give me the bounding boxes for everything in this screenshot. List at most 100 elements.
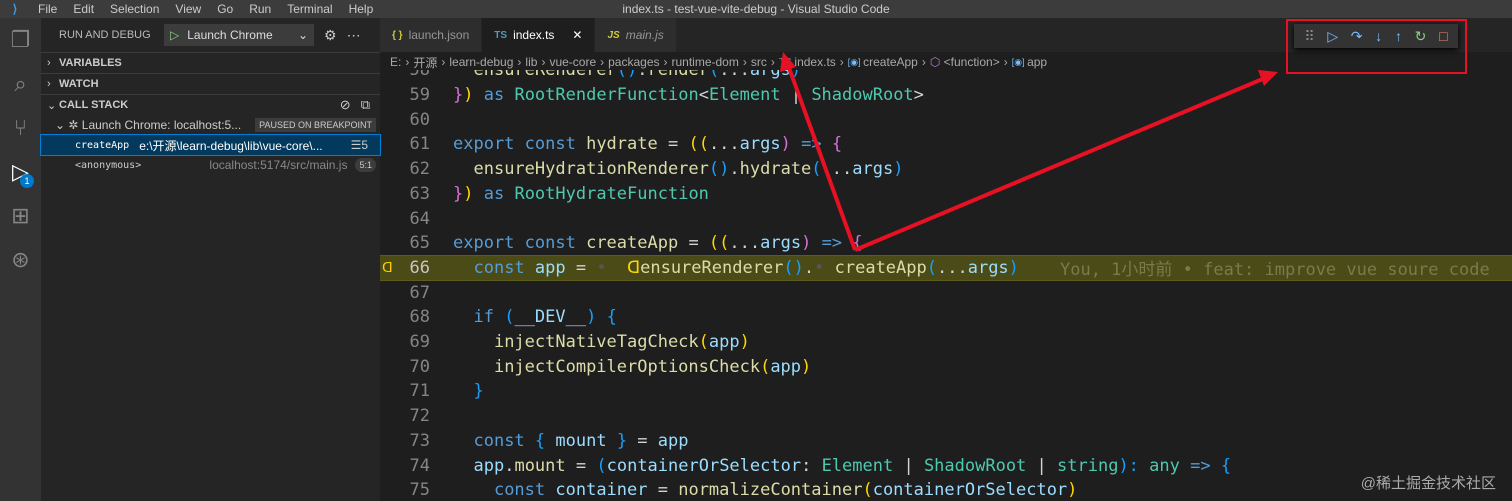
code-line: 73 const { mount } = app — [380, 429, 1512, 454]
breadcrumb-item[interactable]: packages — [608, 55, 659, 69]
extensions-icon[interactable]: ⊞ — [0, 194, 41, 238]
debug-toolbar: ⠿ ▷ ↷ ↓ ↑ ↻ □ — [1294, 24, 1458, 48]
explorer-icon[interactable]: ❐ — [0, 18, 41, 62]
code-editor[interactable]: 58 ensureRenderer(). render(... args) 59}) … — [380, 70, 1512, 501]
continue-icon[interactable]: ▷ — [1327, 28, 1338, 45]
breakpoint-arrow-icon[interactable]: ᗡ — [382, 260, 393, 276]
title-bar: ⟩ File Edit Selection View Go Run Terminal Help… — [0, 0, 1512, 18]
code-token: const — [524, 134, 587, 155]
step-into-icon[interactable]: ↓ — [1375, 28, 1382, 44]
code-token: = — [657, 134, 689, 155]
chevron-right-icon: › — [1003, 55, 1008, 69]
breadcrumb-item[interactable]: vue-core — [549, 55, 596, 69]
clear-icon[interactable]: ⊘ — [340, 97, 351, 113]
watch-section[interactable]: › WATCH — [41, 73, 380, 94]
code-token: ... — [719, 70, 750, 81]
code-token: • — [596, 257, 617, 278]
code-token: ) — [586, 307, 607, 328]
gear-icon[interactable]: ⚙ — [324, 27, 337, 44]
line-number: 61 — [409, 134, 430, 155]
breadcrumb-item[interactable]: E: — [390, 55, 401, 69]
section-label: CALL STACK — [59, 99, 129, 111]
line-number: 72 — [409, 406, 430, 427]
breadcrumb-item[interactable]: lib — [525, 55, 537, 69]
more-icon[interactable]: ⋯ — [347, 27, 361, 44]
menu-bar: File Edit Selection View Go Run Terminal Help — [30, 2, 381, 16]
menu-item-file[interactable]: File — [30, 2, 65, 16]
variables-section[interactable]: › VARIABLES — [41, 52, 380, 73]
line-number: 73 — [409, 430, 430, 451]
launch-config-select[interactable]: ▷ Launch Chrome ⌄ — [164, 24, 314, 46]
tab-index-ts[interactable]: TS index.ts ✕ — [482, 18, 596, 52]
line-number: 71 — [409, 381, 430, 402]
menu-item-edit[interactable]: Edit — [65, 2, 102, 16]
restart-frame-icon[interactable]: ☰5 — [351, 138, 368, 152]
line-number: 58 — [409, 70, 430, 81]
breadcrumb-item[interactable]: learn-debug — [449, 55, 513, 69]
breadcrumb-item[interactable]: app — [1027, 55, 1047, 69]
code-token: | — [780, 85, 812, 106]
line-number: 63 — [409, 183, 430, 204]
code-token: injectCompilerOptionsCheck — [493, 356, 761, 377]
code-token: ) — [893, 159, 904, 180]
line-number: 74 — [409, 455, 430, 476]
code-token: containerOrSelector — [872, 480, 1068, 501]
menu-item-terminal[interactable]: Terminal — [279, 2, 340, 16]
code-token: ... — [937, 257, 968, 278]
breadcrumb-item[interactable]: createApp — [863, 55, 918, 69]
breadcrumb-item[interactable]: <function> — [944, 55, 1000, 69]
line-number: 67 — [409, 282, 430, 303]
run-debug-icon[interactable]: ▷ 1 — [0, 150, 41, 194]
breadcrumb-item[interactable]: index.ts — [794, 55, 835, 69]
debug-session[interactable]: ⌄ ✲ Launch Chrome: localhost:5... PAUSED… — [41, 115, 380, 135]
play-icon[interactable]: ▷ — [170, 28, 179, 42]
activity-bar: ❐ ⌕ ⑂ ▷ 1 ⊞ ⊛ — [0, 18, 41, 501]
code-token: export — [453, 233, 525, 254]
menu-item-selection[interactable]: Selection — [102, 2, 167, 16]
code-token: ): — [1118, 455, 1150, 476]
step-out-icon[interactable]: ↑ — [1395, 28, 1402, 44]
code-token: ) — [790, 70, 802, 81]
breadcrumb-item[interactable]: runtime-dom — [672, 55, 739, 69]
chevron-right-icon: › — [541, 55, 546, 69]
code-token: any — [1149, 455, 1191, 476]
code-token: const — [473, 430, 535, 451]
code-token: ( — [760, 356, 771, 377]
code-token: export — [453, 134, 525, 155]
tab-launch-json[interactable]: { } launch.json — [380, 18, 483, 52]
git-graph-icon[interactable]: ⊛ — [0, 238, 41, 282]
tab-main-js[interactable]: JS main.js — [595, 18, 677, 52]
debug-badge: 1 — [20, 174, 34, 188]
breadcrumb-item[interactable]: src — [751, 55, 767, 69]
close-icon[interactable]: ✕ — [572, 28, 582, 42]
call-stack-section[interactable]: ⌄ CALL STACK ⊘ ⧉ — [41, 94, 380, 115]
chevron-right-icon: › — [441, 55, 446, 69]
code-token: < — [698, 85, 709, 106]
stop-icon[interactable]: □ — [1439, 28, 1447, 44]
code-token: ( — [596, 455, 607, 476]
stack-frame[interactable]: <anonymous> localhost:5174/src/main.js 5… — [41, 155, 380, 175]
step-over-icon[interactable]: ↷ — [1351, 28, 1363, 45]
code-token: const — [493, 480, 556, 501]
stack-frame[interactable]: createApp e:\开源\learn-debug\lib\vue-core… — [40, 134, 381, 156]
source-control-icon[interactable]: ⑂ — [0, 106, 41, 150]
run-and-debug-sidebar: RUN AND DEBUG ▷ Launch Chrome ⌄ ⚙ ⋯ › VAR… — [40, 18, 381, 501]
code-line: 59}) as RootRenderFunction < Element | Sha… — [380, 83, 1512, 108]
breadcrumb-item[interactable]: 开源 — [413, 54, 437, 71]
restart-icon[interactable]: ↻ — [1415, 28, 1427, 45]
chevron-down-icon[interactable]: ⌄ — [298, 28, 308, 42]
drag-handle-icon[interactable]: ⠿ — [1304, 28, 1314, 45]
search-icon[interactable]: ⌕ — [0, 62, 41, 106]
code-token: ensureRenderer — [473, 70, 617, 81]
menu-item-run[interactable]: Run — [241, 2, 279, 16]
chevron-right-icon: › — [47, 78, 51, 90]
code-token: args — [852, 159, 894, 180]
menu-item-go[interactable]: Go — [209, 2, 241, 16]
chevron-right-icon: › — [921, 55, 926, 69]
menu-item-help[interactable]: Help — [341, 2, 382, 16]
menu-item-view[interactable]: View — [167, 2, 209, 16]
code-token: ) — [801, 233, 812, 254]
collapse-all-icon[interactable]: ⧉ — [361, 97, 370, 113]
